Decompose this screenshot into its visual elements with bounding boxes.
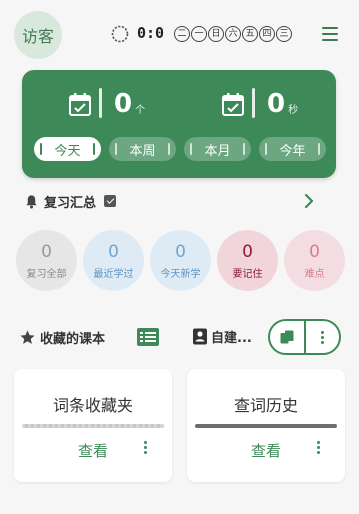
review-count: 0	[41, 241, 52, 262]
review-count: 0	[242, 241, 253, 262]
own-books-header[interactable]: 自建...	[192, 327, 252, 346]
book-actions-pill	[268, 319, 341, 355]
weekday-6[interactable]: 三	[276, 26, 292, 42]
timer-icon	[111, 25, 129, 43]
recently-studied-button[interactable]: 0 最近学过	[83, 230, 144, 291]
contact-book-icon	[193, 328, 207, 345]
new-today-button[interactable]: 0 今天新学	[150, 230, 211, 291]
review-all-button[interactable]: 0 复习全部	[16, 230, 77, 291]
calendar-icon	[69, 93, 91, 116]
weekday-1[interactable]: 一	[191, 26, 207, 42]
review-count: 0	[309, 241, 320, 262]
stats-card: 0 个 0 秒 今天 本周 本月 今年	[22, 70, 336, 178]
list-icon[interactable]	[137, 328, 159, 346]
card-progress-bar	[195, 424, 337, 428]
more-vertical-icon[interactable]	[144, 441, 147, 454]
tab-month[interactable]: 本月	[184, 137, 251, 161]
own-books-title: 自建...	[211, 331, 252, 346]
period-tabs: 今天 本周 本月 今年	[34, 137, 326, 161]
review-count: 0	[108, 241, 119, 262]
weekday-3[interactable]: 六	[225, 26, 241, 42]
bell-icon	[26, 194, 37, 208]
word-count-value: 0	[114, 89, 133, 119]
avatar[interactable]: 访客	[14, 11, 62, 59]
chevron-right-icon[interactable]	[301, 192, 317, 210]
weekday-4[interactable]: 五	[242, 26, 258, 42]
card-progress-bar	[22, 424, 164, 428]
must-remember-button[interactable]: 0 要记住	[217, 230, 278, 291]
review-summary-title: 复习汇总	[44, 195, 97, 211]
weekday-0[interactable]: 二	[174, 26, 190, 42]
weekday-selector: 二 一 日 六 五 四 三	[174, 26, 292, 42]
check-icon[interactable]	[104, 195, 117, 207]
more-options-button[interactable]	[303, 321, 340, 353]
word-favorites-card[interactable]: 词条收藏夹 查看	[14, 369, 172, 482]
copy-button[interactable]	[270, 321, 304, 353]
review-label: 复习全部	[26, 268, 67, 280]
tab-today[interactable]: 今天	[34, 137, 101, 161]
review-label: 最近学过	[93, 268, 134, 280]
more-vertical-icon	[320, 330, 324, 344]
study-time-unit: 秒	[288, 105, 299, 116]
timer-readout: 0:0	[137, 24, 165, 42]
view-button[interactable]: 查看	[78, 440, 108, 461]
word-count-stat: 0 个	[69, 88, 145, 118]
card-title: 查词历史	[233, 396, 298, 415]
word-count-unit: 个	[135, 105, 146, 116]
tab-week[interactable]: 本周	[109, 137, 176, 161]
weekday-2[interactable]: 日	[208, 26, 224, 42]
review-circles: 0 复习全部 0 最近学过 0 今天新学 0 要记住 0 难点	[16, 230, 345, 291]
review-count: 0	[175, 241, 186, 262]
review-label: 难点	[304, 268, 325, 280]
study-time-stat: 0 秒	[222, 88, 298, 118]
study-time-value: 0	[267, 89, 286, 119]
difficult-button[interactable]: 0 难点	[284, 230, 345, 291]
menu-icon[interactable]	[322, 27, 338, 41]
review-label: 今天新学	[160, 268, 201, 280]
card-title: 词条收藏夹	[52, 396, 133, 415]
weekday-5[interactable]: 四	[259, 26, 275, 42]
copy-icon	[280, 330, 294, 344]
favorite-books-header[interactable]: 收藏的课本	[19, 327, 105, 347]
view-button[interactable]: 查看	[251, 440, 281, 461]
review-summary-header[interactable]: 复习汇总	[24, 192, 324, 211]
more-vertical-icon[interactable]	[317, 441, 320, 454]
calendar-icon	[222, 93, 244, 116]
lookup-history-card[interactable]: 查词历史 查看	[187, 369, 345, 482]
star-icon	[20, 329, 35, 344]
favorite-books-title: 收藏的课本	[40, 331, 106, 347]
review-label: 要记住	[232, 268, 263, 280]
tab-year[interactable]: 今年	[259, 137, 326, 161]
